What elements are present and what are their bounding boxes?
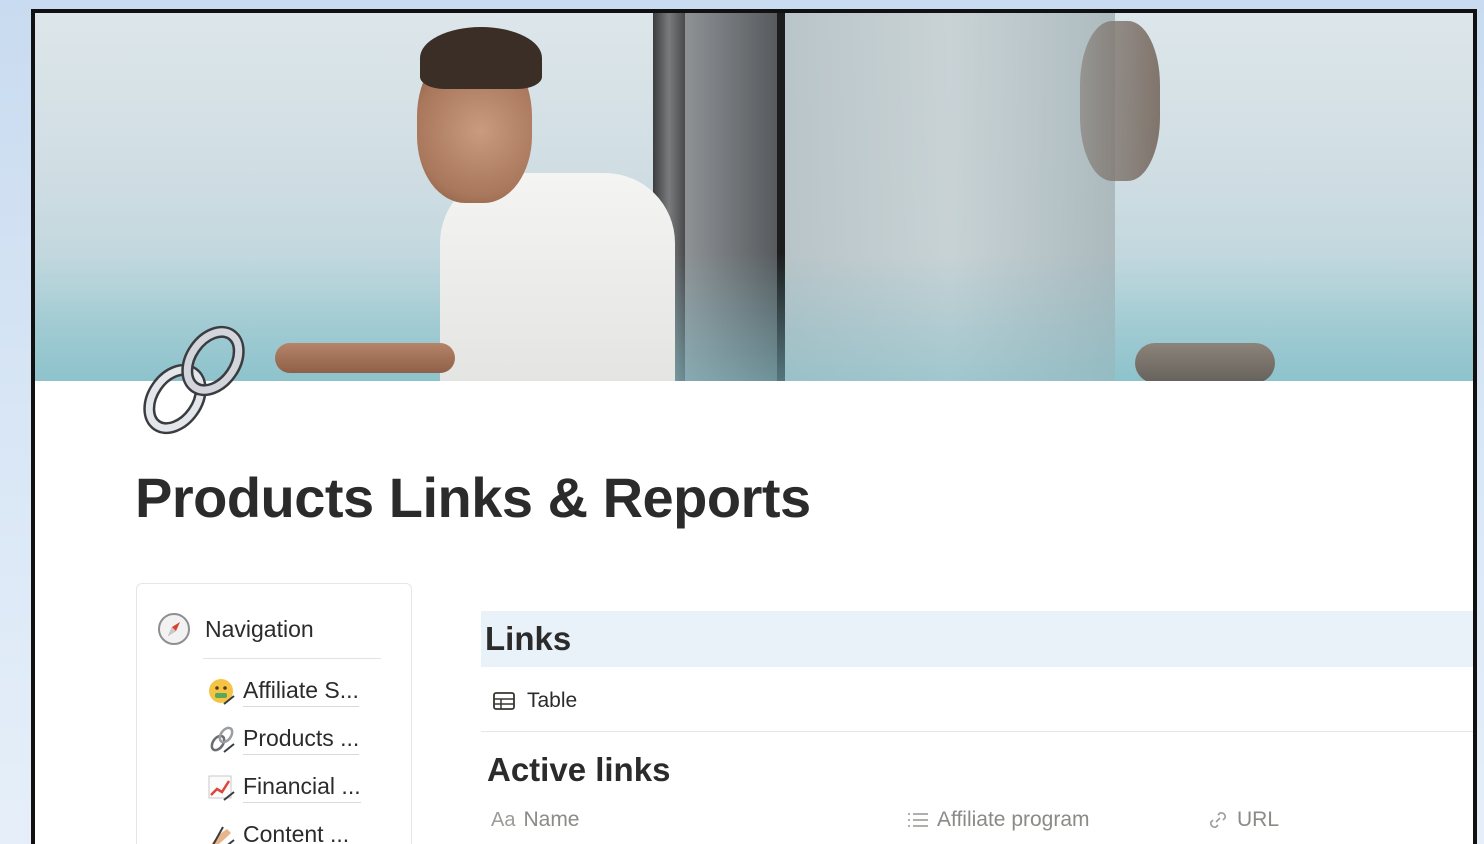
column-header-label: Name <box>523 808 580 831</box>
list-icon <box>908 813 928 827</box>
writing-hand-icon <box>211 826 235 844</box>
column-header-label: URL <box>1237 808 1280 831</box>
column-header-affiliate-program[interactable]: Affiliate program <box>907 803 1090 837</box>
link-icon[interactable] <box>135 319 255 439</box>
text-property-icon: Aa <box>491 808 516 831</box>
nav-item-products[interactable]: Products ... <box>207 724 360 756</box>
database-title-bar: Links <box>481 611 1473 667</box>
chart-increasing-icon <box>208 775 235 801</box>
link-icon <box>210 726 235 753</box>
nav-item-content[interactable]: Content ... <box>207 820 349 844</box>
section-title[interactable]: Active links <box>487 751 670 789</box>
divider <box>481 731 1473 732</box>
column-header-url[interactable]: URL <box>1207 803 1279 837</box>
navigation-callout: Navigation Affiliate S... Products ... F… <box>136 583 412 844</box>
database-title[interactable]: Links <box>485 620 571 658</box>
table-icon <box>493 692 515 710</box>
nav-item-label: Affiliate S... <box>243 677 359 707</box>
compass-icon <box>158 613 190 645</box>
person-arm <box>275 343 455 373</box>
divider <box>203 658 381 659</box>
person-hair <box>420 27 542 89</box>
money-mouth-face-icon <box>209 679 235 705</box>
navigation-header: Navigation <box>157 612 314 646</box>
nav-item-label: Products ... <box>243 725 360 755</box>
nav-item-affiliate[interactable]: Affiliate S... <box>207 676 359 708</box>
nav-item-label: Content ... <box>243 821 349 844</box>
nav-item-financial[interactable]: Financial ... <box>207 772 361 804</box>
nav-item-label: Financial ... <box>243 773 361 803</box>
reflection-arm <box>1135 343 1275 381</box>
column-header-label: Affiliate program <box>937 808 1090 831</box>
navigation-label: Navigation <box>205 615 314 642</box>
notion-page: Products Links & Reports Navigation Affi… <box>35 13 1473 844</box>
column-header-name[interactable]: Aa Name <box>491 803 580 837</box>
link-icon <box>1210 812 1226 828</box>
reflection-head <box>1080 21 1160 181</box>
screenshot-frame: Products Links & Reports Navigation Affi… <box>31 9 1477 844</box>
person-shirt <box>440 173 675 381</box>
view-tab-table[interactable]: Table <box>493 685 577 717</box>
view-tab-label: Table <box>527 689 578 712</box>
page-title[interactable]: Products Links & Reports <box>135 465 811 530</box>
